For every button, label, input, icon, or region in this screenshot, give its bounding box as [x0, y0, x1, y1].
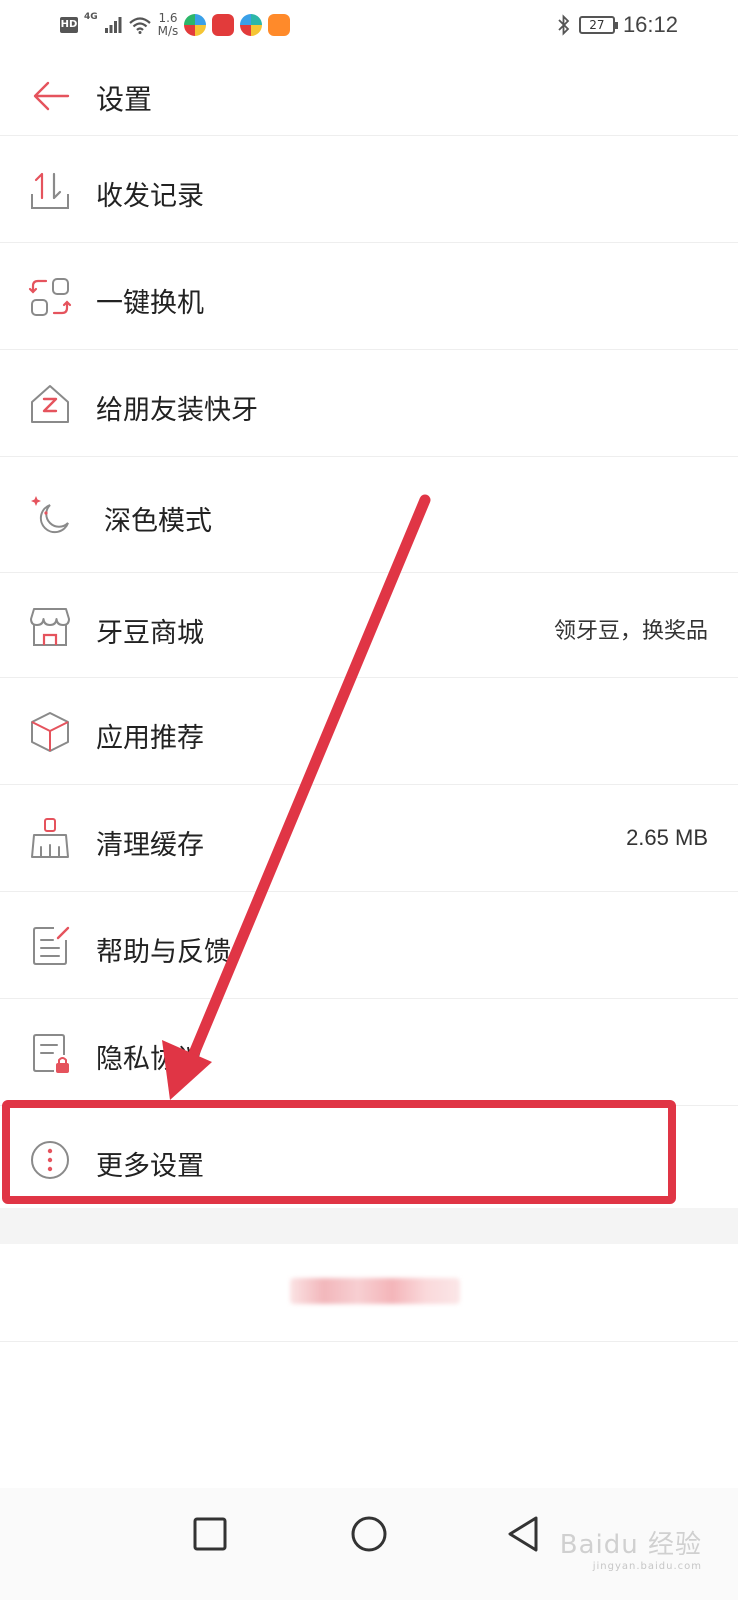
- app-header: 设置: [0, 56, 738, 136]
- system-nav-bar: Baidu 经验 jingyan.baidu.com: [0, 1488, 738, 1600]
- broom-icon: [31, 818, 69, 858]
- menu-item-share-app[interactable]: 给朋友装快牙: [0, 350, 738, 457]
- menu-item-label: 一键换机: [96, 288, 204, 319]
- more-dots-icon: [31, 1141, 69, 1179]
- phone-switch-icon: [28, 278, 72, 316]
- status-bar: HD 4G 1.6 M/s 27 16:12: [0, 0, 738, 56]
- back-nav-icon[interactable]: [500, 1510, 548, 1558]
- home-icon[interactable]: [345, 1510, 393, 1558]
- back-arrow-icon[interactable]: [30, 76, 72, 116]
- network-type: 4G: [84, 12, 98, 22]
- feedback-icon: [33, 926, 70, 965]
- menu-item-label: 清理缓存: [96, 830, 204, 861]
- menu-item-transfer-record[interactable]: 收发记录: [0, 136, 738, 243]
- footer-row[interactable]: [0, 1244, 738, 1342]
- page-title: 设置: [96, 83, 153, 116]
- menu-item-dark-mode[interactable]: 深色模式: [0, 457, 738, 573]
- clock: 16:12: [622, 12, 678, 37]
- menu-item-help-feedback[interactable]: 帮助与反馈: [0, 892, 738, 999]
- menu-item-value: 2.65 MB: [626, 825, 708, 850]
- store-icon: [30, 608, 70, 646]
- menu-item-more-settings[interactable]: 更多设置: [0, 1106, 738, 1211]
- menu-item-label: 隐私协议: [96, 1044, 204, 1075]
- notification-app-icon: [268, 14, 291, 36]
- recent-apps-icon[interactable]: [186, 1510, 234, 1558]
- menu-item-label: 给朋友装快牙: [96, 395, 258, 426]
- hd-badge: HD: [60, 17, 78, 33]
- menu-item-clear-cache[interactable]: 清理缓存 2.65 MB: [0, 785, 738, 892]
- menu-item-label: 更多设置: [96, 1151, 204, 1182]
- signal-icon: [104, 17, 122, 33]
- transfer-record-icon: [31, 172, 69, 209]
- menu-item-label: 帮助与反馈: [96, 937, 231, 968]
- network-speed: 1.6 M/s: [157, 11, 179, 38]
- privacy-icon: [33, 1034, 69, 1073]
- cube-icon: [31, 712, 69, 752]
- menu-item-label: 收发记录: [96, 181, 204, 212]
- watermark: Baidu 经验 jingyan.baidu.com: [559, 1530, 702, 1572]
- settings-menu: 收发记录 一键换机 给朋友装快牙 深色模式 牙豆商城 领牙豆，换奖品 应用推荐 …: [0, 136, 738, 1211]
- blurred-text: [290, 1278, 460, 1304]
- moon-icon: [31, 496, 69, 534]
- share-app-icon: [31, 385, 69, 423]
- notification-app-icon: [240, 14, 263, 36]
- notification-app-icon: [184, 14, 207, 36]
- menu-item-phone-switch[interactable]: 一键换机: [0, 243, 738, 350]
- menu-item-value: 领牙豆，换奖品: [553, 618, 708, 643]
- menu-item-app-recommend[interactable]: 应用推荐: [0, 678, 738, 785]
- menu-item-store[interactable]: 牙豆商城 领牙豆，换奖品: [0, 573, 738, 678]
- menu-item-label: 牙豆商城: [96, 618, 204, 649]
- wifi-icon: [128, 17, 151, 34]
- menu-item-privacy[interactable]: 隐私协议: [0, 999, 738, 1106]
- menu-item-label: 应用推荐: [96, 723, 204, 754]
- notification-app-icon: [212, 14, 235, 36]
- battery-icon: 27: [578, 16, 618, 34]
- bluetooth-icon: [558, 14, 570, 36]
- menu-item-label: 深色模式: [104, 506, 212, 537]
- section-divider: [0, 1208, 738, 1244]
